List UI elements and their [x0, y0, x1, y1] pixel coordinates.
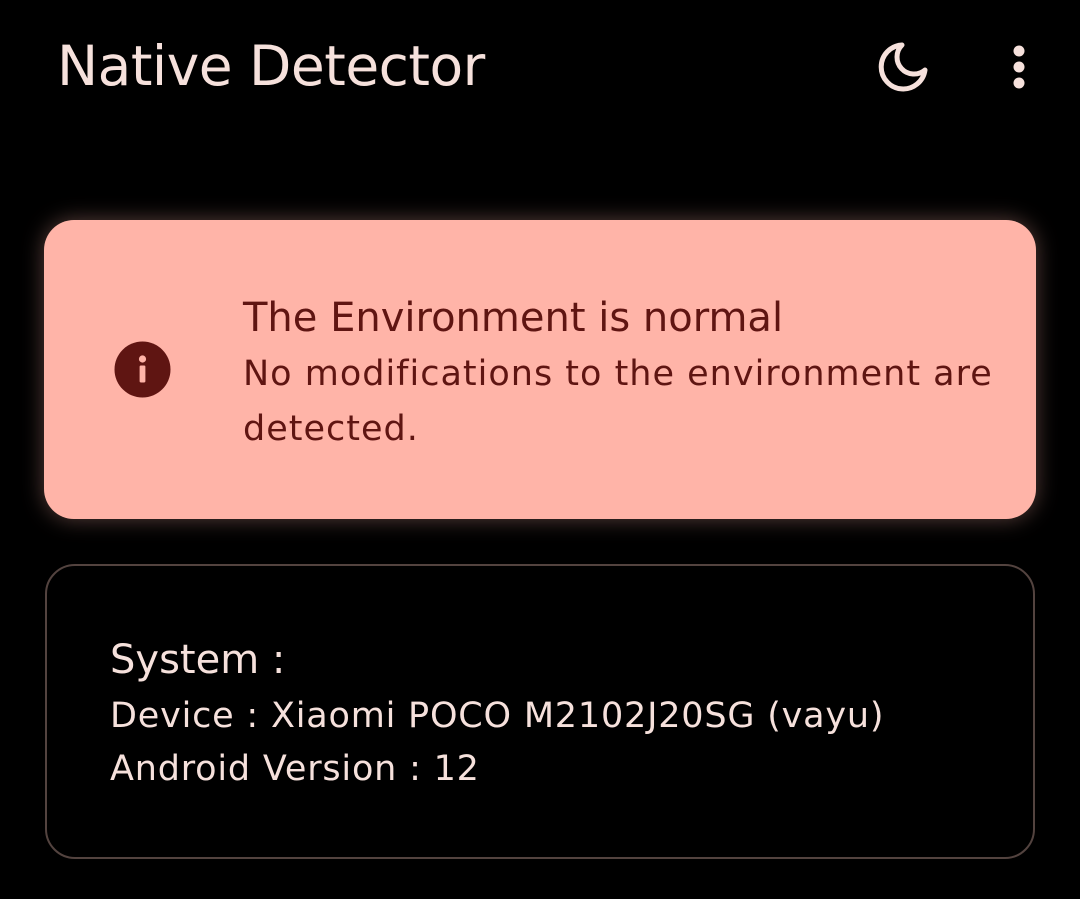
app-title: Native Detector [57, 34, 485, 98]
android-version-info: Android Version : 12 [110, 749, 480, 789]
device-info: Device : Xiaomi POCO M2102J20SG (vayu) [110, 696, 885, 736]
moon-icon [878, 42, 928, 92]
more-options-button[interactable] [994, 34, 1044, 100]
status-title: The Environment is normal [243, 295, 784, 341]
more-vert-icon [1013, 45, 1025, 89]
system-heading: System : [110, 637, 286, 683]
status-description: No modifications to the environment are … [243, 354, 993, 449]
top-app-bar: Native Detector [0, 0, 1080, 134]
theme-toggle-button[interactable] [866, 34, 940, 100]
info-icon [114, 341, 171, 398]
